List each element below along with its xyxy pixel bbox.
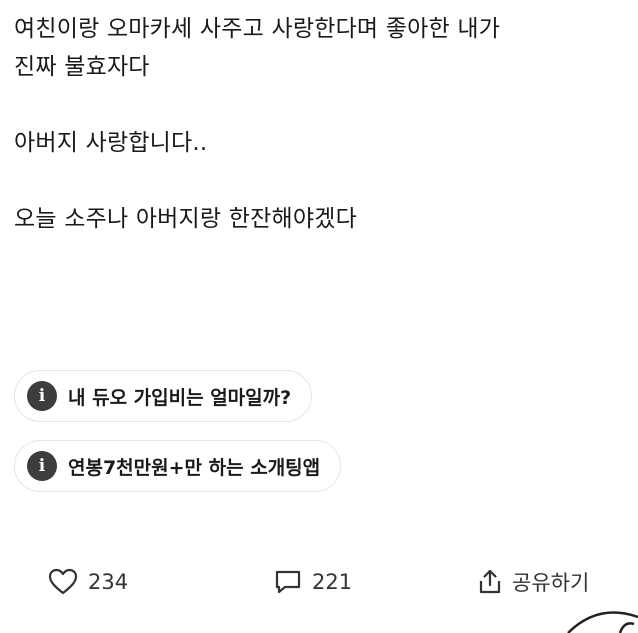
info-icon: i [27,451,57,481]
like-button[interactable]: 234 [48,562,128,602]
share-label: 공유하기 [512,571,590,595]
post-line-1: 여친이랑 오마카세 사주고 사랑한다며 좋아한 내가 [14,16,501,42]
ad-chip-dating-app[interactable]: i 연봉7천만원+만 하는 소개팅앱 [14,440,342,492]
info-icon: i [27,381,57,411]
post-paragraph-1: 여친이랑 오마카세 사주고 사랑한다며 좋아한 내가 진짜 불효자다 [14,10,624,86]
share-button[interactable]: 공유하기 [476,562,589,602]
ad-chip-label: 내 듀오 가입비는 얼마일까? [68,386,292,409]
post-line-2: 진짜 불효자다 [14,54,150,80]
action-bar: 234 221 공유하기 [0,562,638,602]
ad-chip-duo[interactable]: i 내 듀오 가입비는 얼마일까? [14,370,313,422]
share-icon [479,569,501,594]
post-paragraph-3: 오늘 소주나 아버지랑 한잔해야겠다 [14,206,357,232]
comment-button[interactable]: 221 [274,562,352,602]
post-body: 여친이랑 오마카세 사주고 사랑한다며 좋아한 내가 진짜 불효자다 아버지 사… [14,10,624,238]
comment-count: 221 [312,570,353,594]
like-count: 234 [88,570,129,594]
ad-chip-label: 연봉7천만원+만 하는 소개팅앱 [68,456,321,479]
post-paragraph-2: 아버지 사랑합니다.. [14,130,208,156]
corner-decoration [558,603,638,633]
comment-icon [275,570,301,594]
heart-icon [48,568,78,595]
